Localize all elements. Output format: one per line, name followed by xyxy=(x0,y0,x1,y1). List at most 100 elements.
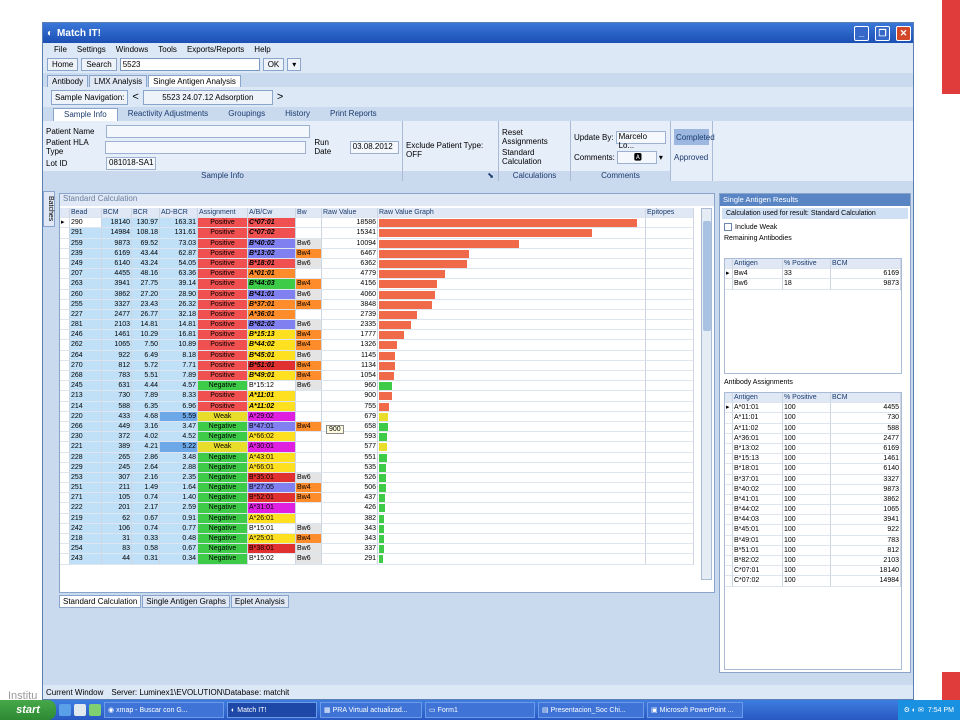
bw-cell[interactable]: Bw4 xyxy=(296,279,322,290)
row-selector[interactable] xyxy=(60,421,70,433)
column-header[interactable]: BCM xyxy=(102,208,132,219)
bcm-cell[interactable]: 44 xyxy=(102,554,132,565)
row-selector[interactable] xyxy=(60,279,70,290)
assignment-cell[interactable]: Positive xyxy=(198,258,248,270)
menu-file[interactable]: File xyxy=(53,45,68,54)
bcr-cell[interactable]: 23.43 xyxy=(132,299,160,310)
bcr-cell[interactable]: 130.97 xyxy=(132,218,160,229)
assignment-cell[interactable]: Negative xyxy=(198,554,248,565)
bead-cell[interactable]: 222 xyxy=(70,503,102,514)
raw-value-cell[interactable]: 291 xyxy=(322,554,378,565)
home-button[interactable]: Home xyxy=(47,58,79,71)
include-weak-checkbox[interactable] xyxy=(724,223,732,231)
antigen-cell[interactable]: A*11:01 xyxy=(248,391,296,402)
row-selector[interactable] xyxy=(60,258,70,270)
table-row[interactable]: 218 31 0.33 0.48 Negative A*25:01 Bw4 343 xyxy=(60,534,700,545)
bw-cell[interactable] xyxy=(296,269,322,280)
task-xmap-search[interactable]: ◉ xmap - Buscar con G... xyxy=(104,702,224,718)
tab-single-antigen-graphs[interactable]: Single Antigen Graphs xyxy=(142,595,230,608)
bcm-cell[interactable]: 14984 xyxy=(102,228,132,239)
list-item[interactable]: B*44:02 100 1065 xyxy=(725,505,901,516)
raw-value-cell[interactable]: 1054 xyxy=(322,371,378,382)
table-row[interactable]: 214 588 6.35 6.96 Positive A*11:02 755 xyxy=(60,401,700,412)
menu-settings[interactable]: Settings xyxy=(76,45,107,54)
table-row[interactable]: 270 812 5.72 7.71 Positive B*51:01 Bw4 1134 xyxy=(60,360,700,371)
bw-cell[interactable] xyxy=(296,452,322,463)
bead-cell[interactable]: 243 xyxy=(70,554,102,565)
bead-cell[interactable]: 253 xyxy=(70,472,102,484)
start-button[interactable]: start xyxy=(0,700,56,720)
column-header[interactable]: BCM xyxy=(831,259,901,270)
bcm-cell[interactable]: 6169 xyxy=(102,248,132,259)
row-selector[interactable] xyxy=(60,462,70,473)
bcr-cell[interactable]: 0.33 xyxy=(132,534,160,545)
ad-bcr-cell[interactable]: 39.14 xyxy=(160,279,198,290)
bcm-cell[interactable]: 3862 xyxy=(102,289,132,300)
table-row[interactable]: 228 265 2.86 3.48 Negative A*43:01 551 xyxy=(60,452,700,463)
assignment-cell[interactable]: Positive xyxy=(198,401,248,412)
column-header[interactable]: Bead xyxy=(70,208,102,219)
bcm-cell[interactable]: 922 xyxy=(102,350,132,361)
table-row[interactable]: 230 372 4.02 4.52 Negative A*66:02 593 xyxy=(60,432,700,443)
bcr-cell[interactable]: 27.75 xyxy=(132,279,160,290)
table-row[interactable]: 213 730 7.89 8.33 Positive A*11:01 900 xyxy=(60,391,700,402)
assignment-cell[interactable]: Weak xyxy=(198,411,248,422)
tab-single-antigen-analysis[interactable]: Single Antigen Analysis xyxy=(148,75,241,87)
bead-cell[interactable]: 230 xyxy=(70,432,102,443)
bw-cell[interactable]: Bw4 xyxy=(296,248,322,259)
ad-bcr-cell[interactable]: 2.88 xyxy=(160,462,198,473)
raw-value-cell[interactable]: 15341 xyxy=(322,228,378,239)
assignment-cell[interactable]: Positive xyxy=(198,279,248,290)
row-selector[interactable] xyxy=(60,442,70,453)
bcr-cell[interactable]: 43.24 xyxy=(132,258,160,270)
lot-id-field[interactable]: 081018-SA1 xyxy=(106,156,156,170)
approved-button[interactable]: Approved xyxy=(674,153,708,162)
raw-value-cell[interactable]: 343 xyxy=(322,534,378,545)
ad-bcr-cell[interactable]: 1.64 xyxy=(160,483,198,494)
bcm-cell[interactable]: 3941 xyxy=(102,279,132,290)
row-selector[interactable] xyxy=(60,350,70,361)
ad-bcr-cell[interactable]: 2.35 xyxy=(160,472,198,484)
bead-cell[interactable]: 207 xyxy=(70,269,102,280)
row-selector[interactable] xyxy=(60,411,70,422)
antigen-cell[interactable]: B*51:01 xyxy=(248,360,296,371)
table-row[interactable]: 271 105 0.74 1.40 Negative B*52:01 Bw4 437 xyxy=(60,493,700,504)
raw-value-cell[interactable]: 337 xyxy=(322,544,378,555)
reset-assignments-button[interactable]: Reset Assignments xyxy=(502,128,567,146)
table-row[interactable]: 207 4455 48.16 63.36 Positive A*01:01 4779 xyxy=(60,269,700,280)
ad-bcr-cell[interactable]: 10.89 xyxy=(160,340,198,351)
table-row[interactable]: 221 389 4.21 5.22 Weak A*30:01 577 xyxy=(60,442,700,453)
bead-cell[interactable]: 264 xyxy=(70,350,102,361)
row-selector[interactable] xyxy=(60,401,70,412)
antigen-cell[interactable]: C*07:01 xyxy=(248,218,296,229)
tab-standard-calculation[interactable]: Standard Calculation xyxy=(59,595,142,608)
bw-cell[interactable] xyxy=(296,309,322,321)
table-row[interactable]: 254 83 0.58 0.67 Negative B*38:01 Bw6 337 xyxy=(60,544,700,555)
bcm-cell[interactable]: 730 xyxy=(102,391,132,402)
ad-bcr-cell[interactable]: 3.48 xyxy=(160,452,198,463)
assignment-cell[interactable]: Negative xyxy=(198,381,248,392)
list-item[interactable]: B*41:01 100 3862 xyxy=(725,494,901,506)
bcm-cell[interactable]: 1065 xyxy=(102,340,132,351)
row-selector[interactable] xyxy=(725,279,733,290)
task-presentacion[interactable]: ▤ Presentacion_Soc Chi... xyxy=(538,702,644,718)
row-selector[interactable]: ▸ xyxy=(725,269,733,280)
bcr-cell[interactable]: 2.64 xyxy=(132,462,160,473)
assignment-cell[interactable]: Positive xyxy=(198,330,248,341)
assignment-cell[interactable]: Positive xyxy=(198,289,248,300)
antigen-cell[interactable]: B*52:01 xyxy=(248,493,296,504)
row-selector[interactable] xyxy=(725,423,733,434)
bw-cell[interactable]: Bw6 xyxy=(296,350,322,361)
bcm-cell[interactable]: 201 xyxy=(102,503,132,514)
bcm-cell[interactable]: 265 xyxy=(102,452,132,463)
tab-history[interactable]: History xyxy=(275,108,320,121)
column-header[interactable]: AD-BCR xyxy=(160,208,198,219)
list-item[interactable]: A*11:01 100 730 xyxy=(725,413,901,424)
menu-help[interactable]: Help xyxy=(253,45,271,54)
ad-bcr-cell[interactable]: 2.59 xyxy=(160,503,198,514)
row-selector[interactable] xyxy=(725,556,733,567)
tray-icons[interactable]: ⚙ ◐ ✉ xyxy=(904,706,924,714)
antigen-cell[interactable]: A*66:01 xyxy=(248,462,296,473)
row-selector[interactable] xyxy=(60,544,70,555)
assignment-cell[interactable]: Negative xyxy=(198,493,248,504)
